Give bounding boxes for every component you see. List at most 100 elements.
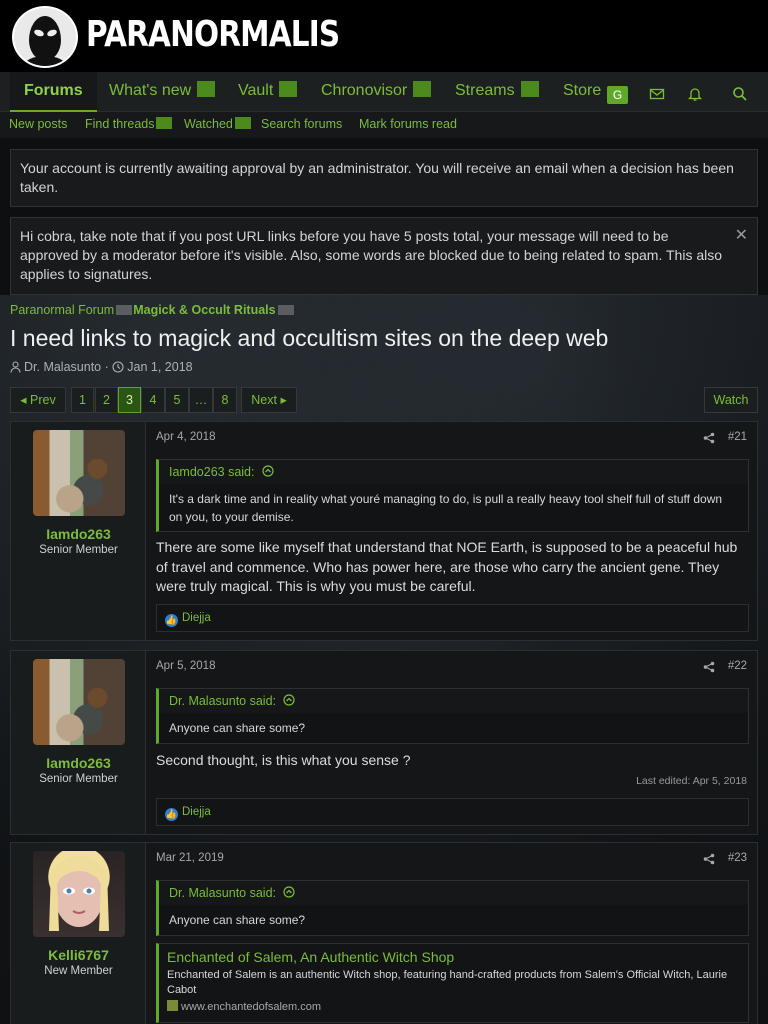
tab-forums[interactable]: Forums <box>10 72 97 112</box>
mail-icon[interactable] <box>649 86 665 102</box>
page-button-5[interactable]: 5 <box>165 387 189 413</box>
meta-separator: · <box>104 360 109 374</box>
post-number[interactable]: #23 <box>728 852 747 864</box>
dropdown-toggle-icon[interactable] <box>234 117 251 129</box>
post-number[interactable]: #22 <box>728 660 747 672</box>
favicon-icon <box>167 1000 178 1011</box>
quote-author[interactable]: Iamdo263 said: <box>169 465 254 479</box>
quote-header[interactable]: Iamdo263 said: <box>159 460 748 484</box>
share-icon[interactable] <box>703 661 715 673</box>
user-title: Senior Member <box>39 773 118 785</box>
username[interactable]: Iamdo263 <box>11 526 146 542</box>
subnav-search-forums[interactable]: Search forums <box>261 117 342 131</box>
next-page-button[interactable]: Next ▸ <box>241 387 297 413</box>
quote-author[interactable]: Dr. Malasunto said: <box>169 886 276 900</box>
alien-logo-icon[interactable] <box>12 6 78 68</box>
dropdown-toggle-icon[interactable] <box>520 81 539 97</box>
post-user-column: Iamdo263 Senior Member <box>11 422 146 640</box>
tab-label: Chronovisor <box>321 82 408 99</box>
tab-label: Streams <box>455 82 515 99</box>
page-title: I need links to magick and occultism sit… <box>10 325 609 351</box>
thread-date[interactable]: Jan 1, 2018 <box>127 360 192 374</box>
post: Kelli6767 New Member Mar 21, 2019 #23 Dr… <box>10 842 758 1024</box>
tab-vault[interactable]: Vault <box>238 72 298 112</box>
avatar[interactable] <box>33 851 125 937</box>
subnav-watched[interactable]: Watched <box>184 117 251 131</box>
tab-label: What's new <box>109 82 192 99</box>
quote-text: Anyone can share some? <box>169 721 306 735</box>
tab-label: Store <box>563 82 602 99</box>
dropdown-toggle-icon[interactable] <box>413 81 432 97</box>
account-badge[interactable]: G <box>607 86 628 104</box>
up-arrow-circle-icon[interactable] <box>283 886 296 898</box>
site-header: PARANORMALIS <box>0 0 768 72</box>
up-arrow-circle-icon[interactable] <box>262 465 274 477</box>
post-user-column: Iamdo263 Senior Member <box>11 651 146 834</box>
page-button-2[interactable]: 2 <box>95 387 118 413</box>
tab-chronovisor[interactable]: Chronovisor <box>321 72 432 112</box>
page-button-4[interactable]: 4 <box>141 387 165 413</box>
dropdown-toggle-icon[interactable] <box>279 81 298 97</box>
last-edited: Last edited: Apr 5, 2018 <box>636 775 747 787</box>
post-date[interactable]: Mar 21, 2019 <box>156 852 224 864</box>
subnav-label: Find threads <box>85 117 155 131</box>
page-button-current[interactable]: 3 <box>118 387 141 413</box>
prev-page-button[interactable]: ◂ Prev <box>10 387 66 413</box>
subnav-mark-read[interactable]: Mark forums read <box>359 117 457 131</box>
tab-store[interactable]: Store <box>563 72 601 112</box>
embed-title[interactable]: Enchanted of Salem, An Authentic Witch S… <box>167 948 740 966</box>
quote-block: Dr. Malasunto said: Anyone can share som… <box>156 688 749 744</box>
user-title: New Member <box>44 965 113 977</box>
quote-block: Dr. Malasunto said: Anyone can share som… <box>156 880 749 936</box>
subnav-new-posts[interactable]: New posts <box>9 117 67 131</box>
reaction-user[interactable]: Diejja <box>182 612 211 624</box>
breadcrumb-current[interactable]: Magick & Occult Rituals <box>133 303 275 317</box>
bell-icon[interactable] <box>687 86 703 102</box>
quote-text: It's a dark time and in reality what you… <box>169 492 723 524</box>
subnav-find-threads[interactable]: Find threads <box>85 117 173 131</box>
search-icon[interactable] <box>732 86 748 102</box>
post-date[interactable]: Apr 5, 2018 <box>156 660 215 672</box>
post: Iamdo263 Senior Member Apr 4, 2018 #21 I… <box>10 421 758 641</box>
page-jump-button[interactable]: … <box>189 387 213 413</box>
post-number[interactable]: #21 <box>728 431 747 443</box>
clock-icon <box>112 361 124 373</box>
thread-author[interactable]: Dr. Malasunto <box>24 360 101 374</box>
avatar[interactable] <box>33 659 125 745</box>
dropdown-toggle-icon[interactable] <box>156 117 173 129</box>
close-icon[interactable]: ✕ <box>735 226 748 245</box>
notice-text: Your account is currently awaiting appro… <box>20 160 734 195</box>
post-body: Second thought, is this what you sense ? <box>156 752 411 768</box>
tab-whats-new[interactable]: What's new <box>109 72 216 112</box>
avatar[interactable] <box>33 430 125 516</box>
share-icon[interactable] <box>703 853 715 865</box>
watch-button[interactable]: Watch <box>704 387 758 413</box>
user-title: Senior Member <box>39 544 118 556</box>
username[interactable]: Kelli6767 <box>11 947 146 963</box>
dropdown-toggle-icon[interactable] <box>197 81 216 97</box>
url-warning-notice: Hi cobra, take note that if you post URL… <box>10 217 758 295</box>
site-logo-text[interactable]: PARANORMALIS <box>86 14 340 55</box>
tab-streams[interactable]: Streams <box>455 72 539 112</box>
page-button-1[interactable]: 1 <box>71 387 94 413</box>
page-button-8[interactable]: 8 <box>213 387 237 413</box>
reactions-bar: 👍 Diejja <box>156 604 749 632</box>
embed-url[interactable]: www.enchantedofsalem.com <box>167 1000 740 1013</box>
post-body: There are some like myself that understa… <box>156 539 738 594</box>
username[interactable]: Iamdo263 <box>11 755 146 771</box>
share-icon[interactable] <box>703 432 715 444</box>
post-user-column: Kelli6767 New Member <box>11 843 146 1024</box>
post-date[interactable]: Apr 4, 2018 <box>156 431 215 443</box>
user-icon <box>10 361 21 373</box>
link-embed[interactable]: Enchanted of Salem, An Authentic Witch S… <box>156 943 749 1023</box>
quote-header[interactable]: Dr. Malasunto said: <box>159 881 748 905</box>
subnav-label: Watched <box>184 117 233 131</box>
reaction-user[interactable]: Diejja <box>182 806 211 818</box>
like-icon: 👍 <box>165 614 178 627</box>
quote-author[interactable]: Dr. Malasunto said: <box>169 694 276 708</box>
quote-header[interactable]: Dr. Malasunto said: <box>159 689 748 713</box>
thread-meta: Dr. Malasunto · Jan 1, 2018 <box>10 360 193 374</box>
up-arrow-circle-icon[interactable] <box>283 694 296 706</box>
breadcrumb-parent[interactable]: Paranormal Forum <box>10 303 114 317</box>
embed-description: Enchanted of Salem is an authentic Witch… <box>167 969 728 996</box>
